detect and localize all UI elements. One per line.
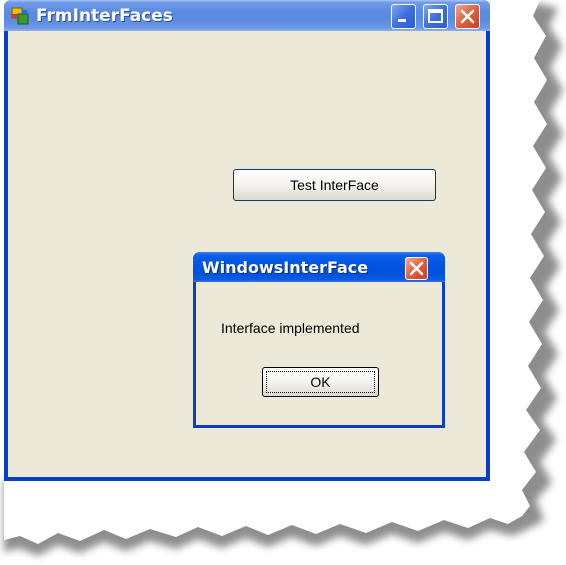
dialog-close-button[interactable] — [405, 257, 428, 280]
test-interface-button[interactable]: Test InterFace — [233, 169, 436, 201]
dialog-message: Interface implemented — [221, 320, 360, 336]
dialog-title: WindowsInterFace — [202, 258, 369, 277]
app-icon — [11, 7, 29, 25]
window-title: FrmInterFaces — [36, 6, 173, 26]
maximize-button[interactable] — [423, 4, 448, 29]
main-window: FrmInterFaces Test InterFace WindowsInte… — [4, 0, 490, 481]
maximize-icon — [428, 9, 443, 23]
minimize-icon — [398, 19, 406, 22]
close-icon — [409, 261, 424, 276]
dialog-titlebar[interactable]: WindowsInterFace — [193, 252, 445, 282]
message-dialog: WindowsInterFace Interface implemented O… — [193, 252, 445, 428]
dialog-client-area: Interface implemented OK — [196, 282, 442, 425]
close-icon — [460, 9, 475, 24]
ok-button-label: OK — [310, 374, 331, 390]
ok-button[interactable]: OK — [262, 367, 379, 397]
minimize-button[interactable] — [391, 4, 416, 29]
main-titlebar[interactable]: FrmInterFaces — [4, 0, 490, 31]
close-button[interactable] — [455, 4, 480, 29]
